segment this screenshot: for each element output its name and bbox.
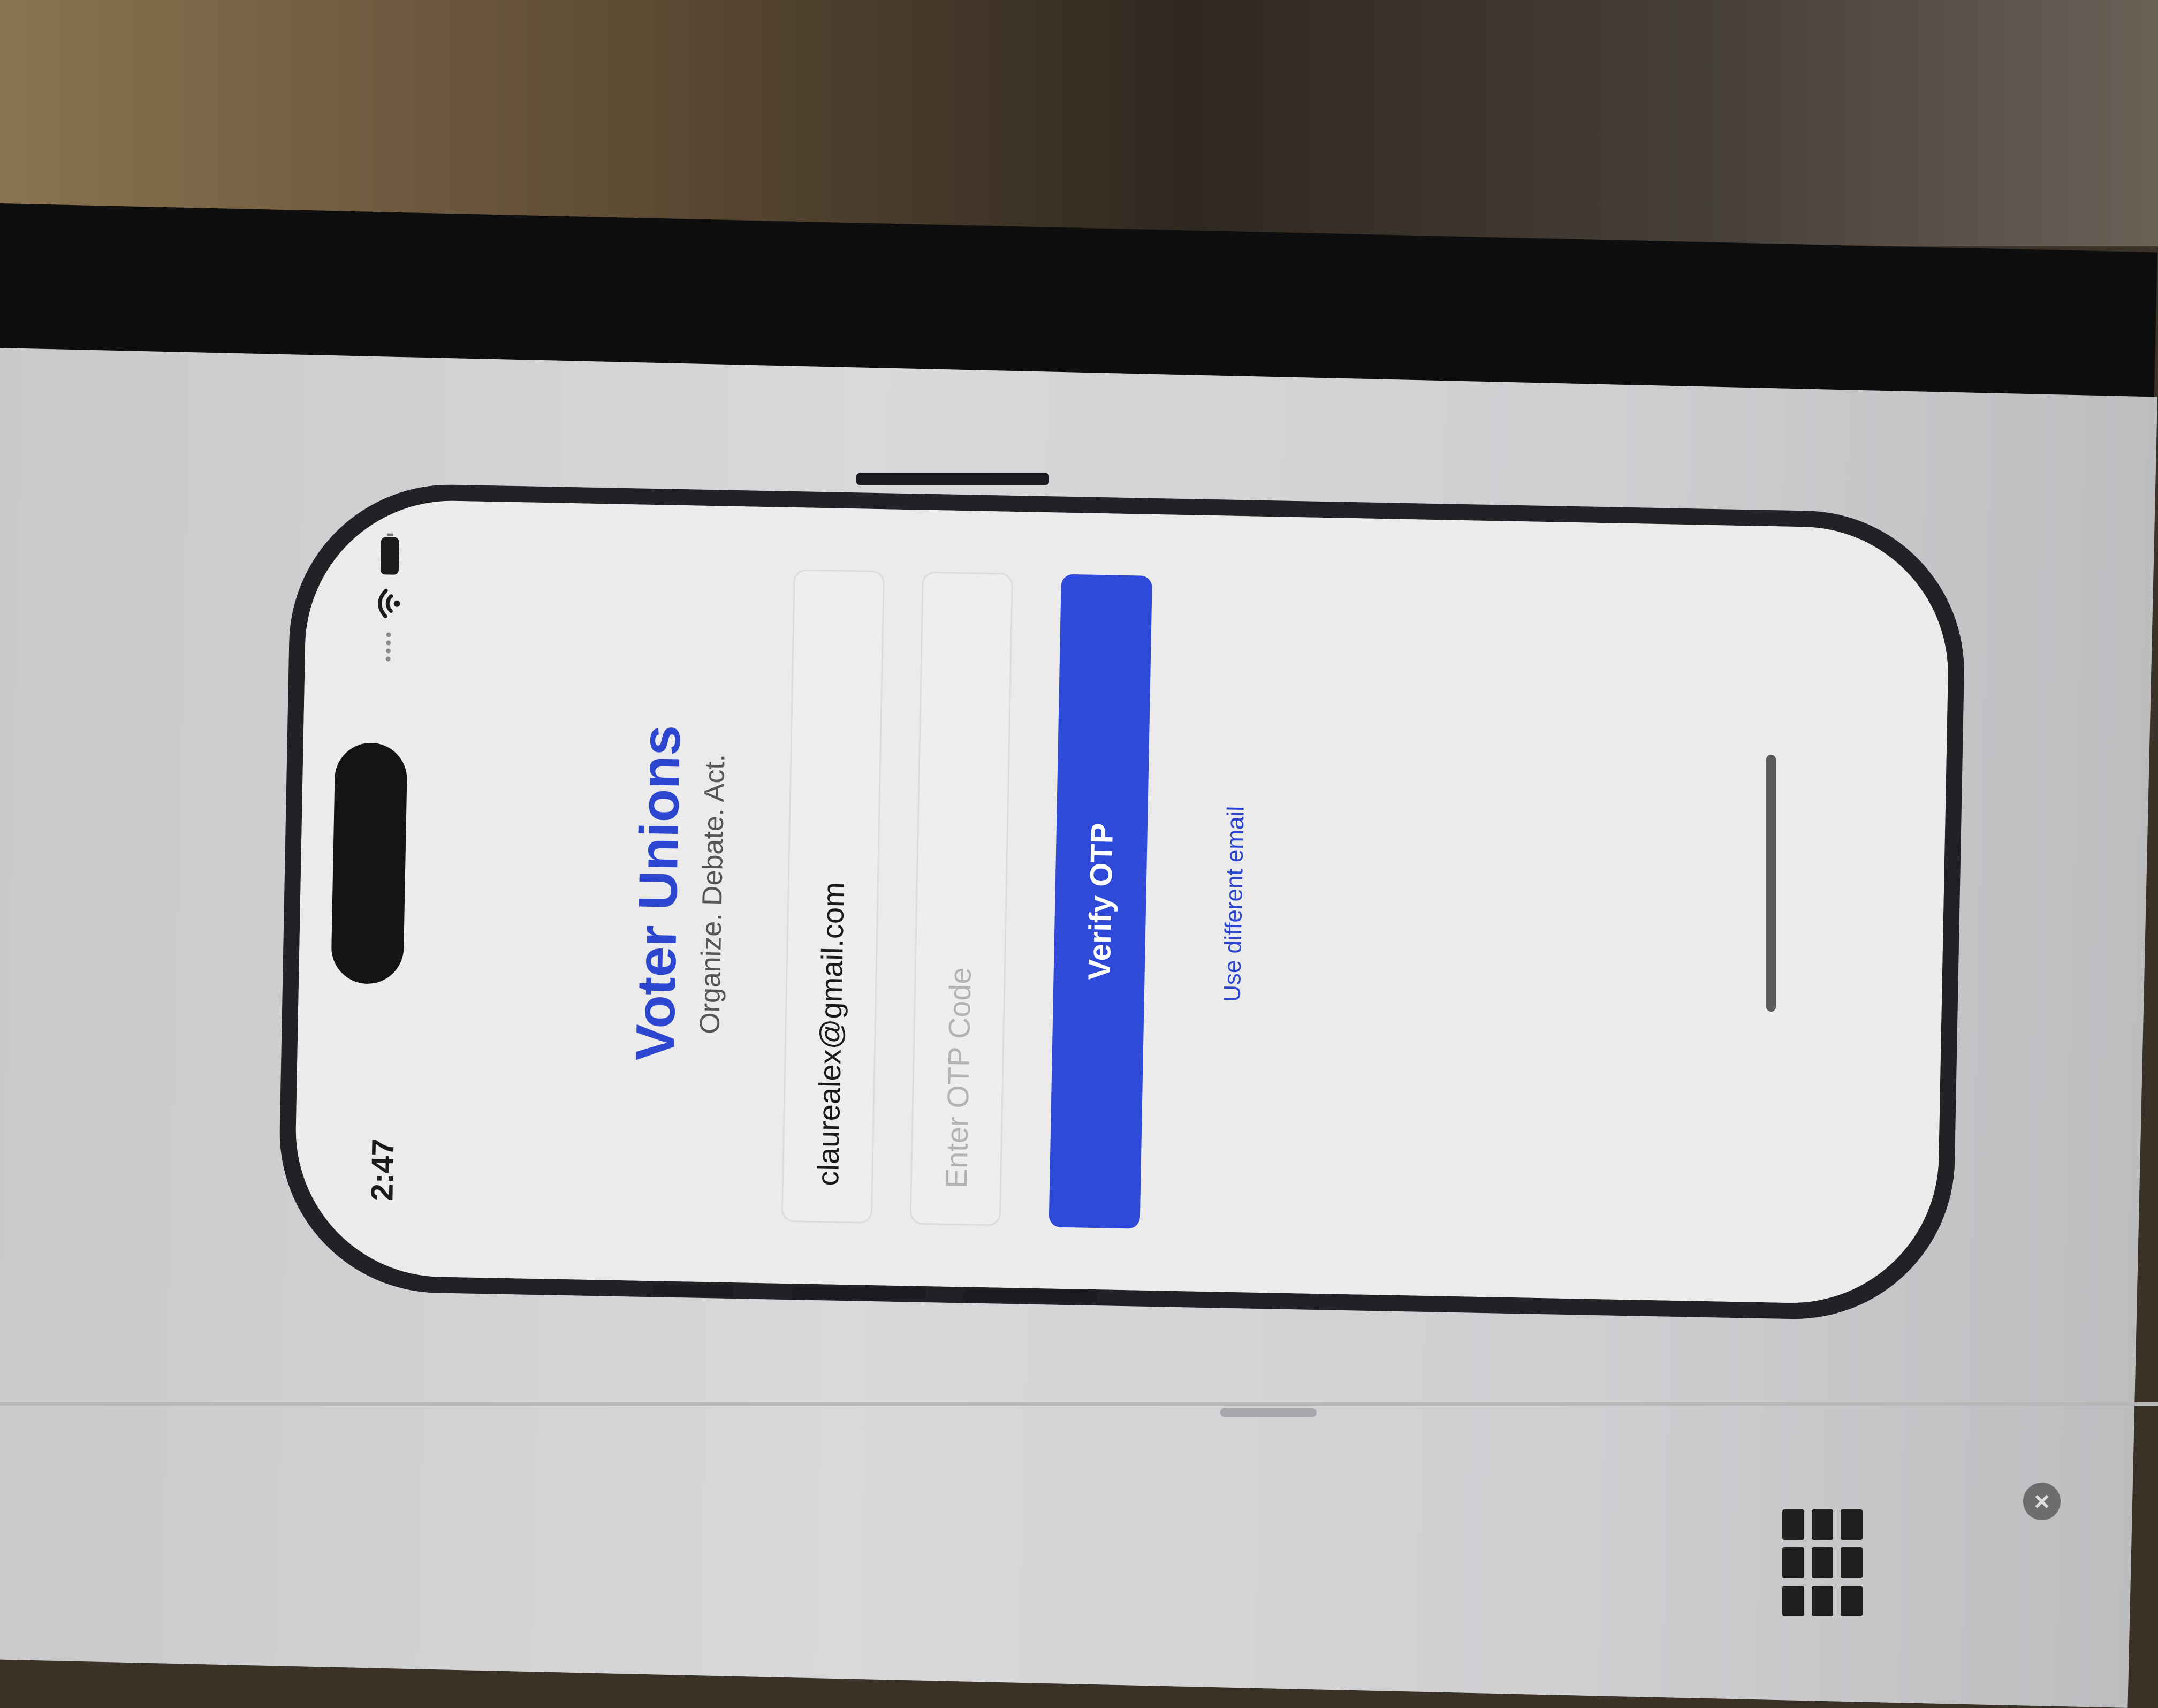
status-icons <box>368 537 409 709</box>
verify-otp-button[interactable]: Verify OTP <box>1048 574 1152 1229</box>
phone-side-button-2 <box>792 1287 926 1299</box>
login-screen: 2:47 Voter Unions Organize. Debate. Act. <box>293 498 1951 1306</box>
home-indicator <box>1766 755 1809 1012</box>
battery-icon <box>380 537 400 575</box>
phone-side-button-1 <box>653 1285 733 1296</box>
phone-screen: 2:47 Voter Unions Organize. Debate. Act. <box>293 498 1951 1306</box>
wifi-icon <box>378 588 400 618</box>
app-title: Voter Unions <box>624 724 692 1061</box>
dynamic-island <box>331 742 408 985</box>
use-different-email-link[interactable]: Use different email <box>1213 516 1255 1293</box>
status-time: 2:47 <box>364 1138 401 1202</box>
panel-divider <box>0 1402 2158 1406</box>
phone-power-button <box>856 473 1049 485</box>
close-icon[interactable]: × <box>2023 1483 2061 1520</box>
app-tagline: Organize. Debate. Act. <box>694 754 731 1035</box>
room-background <box>0 0 2158 246</box>
status-bar: 2:47 <box>293 498 426 1277</box>
phone-simulator: 2:47 Voter Unions Organize. Debate. Act. <box>277 482 1967 1322</box>
email-input[interactable] <box>781 569 885 1224</box>
signal-dots-icon <box>385 632 391 662</box>
phone-side-button-3 <box>963 1290 1097 1302</box>
otp-code-input[interactable] <box>909 571 1013 1226</box>
panel-drag-handle[interactable] <box>1220 1408 1317 1417</box>
keyboard-icon[interactable] <box>1782 1509 1863 1616</box>
